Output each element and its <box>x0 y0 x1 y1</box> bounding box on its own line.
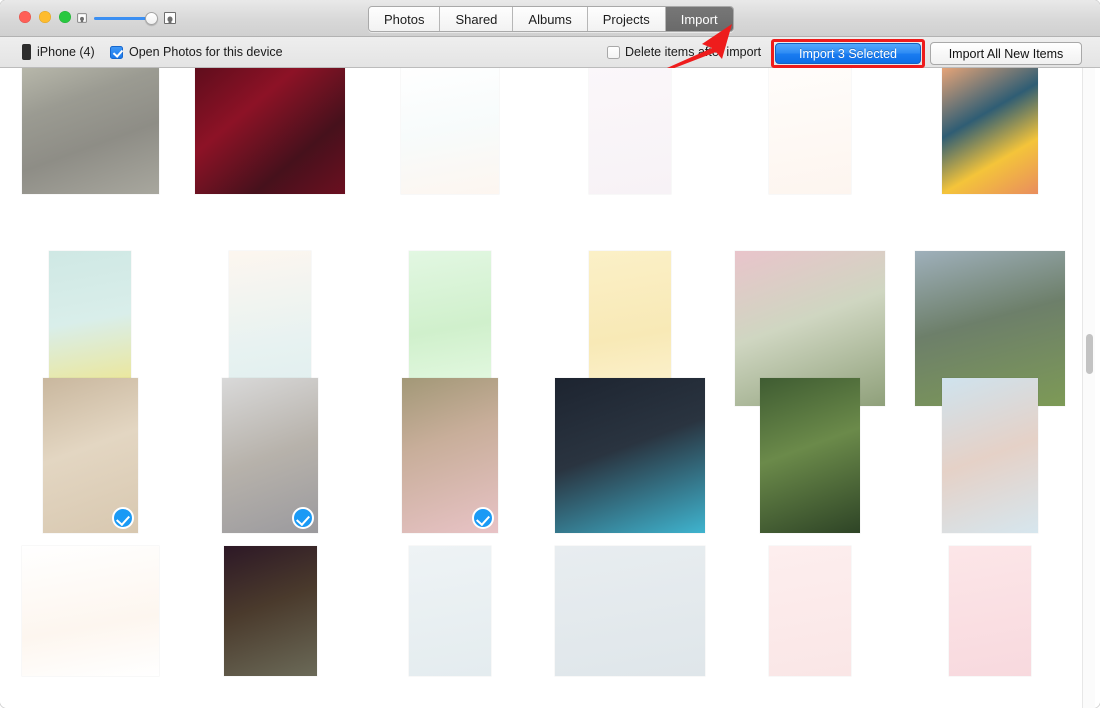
photo-thumbnail-girl-red-bush[interactable] <box>195 68 345 194</box>
photo-thumbnail-anime-girl-mint-hair[interactable] <box>401 68 499 194</box>
photo-thumbnail-girl-bun-hairstyle-portrait[interactable] <box>222 378 318 533</box>
photo-cell[interactable] <box>0 546 180 676</box>
photo-cell[interactable] <box>720 378 900 533</box>
photo-cell[interactable] <box>540 68 720 198</box>
photo-cell[interactable] <box>360 68 540 198</box>
photo-grid[interactable] <box>0 68 1100 708</box>
titlebar: Photos Shared Albums Projects Import <box>0 0 1100 37</box>
delete-after-import-label: Delete items after import <box>625 45 762 59</box>
photo-cell[interactable] <box>0 378 180 533</box>
photo-cell[interactable] <box>180 546 360 676</box>
vertical-scrollbar[interactable] <box>1082 68 1095 708</box>
large-thumbnail-icon <box>164 12 176 24</box>
tab-shared[interactable]: Shared <box>440 7 514 31</box>
photo-thumbnail-boy-strawberry-pattern[interactable] <box>949 546 1031 676</box>
selected-checkmark-icon[interactable] <box>111 507 134 529</box>
photo-thumbnail-child-dog-forest-path[interactable] <box>760 378 860 533</box>
photo-thumbnail-sticker-pattern-characters[interactable] <box>589 68 671 194</box>
selected-checkmark-icon[interactable] <box>292 507 314 529</box>
tab-import[interactable]: Import <box>665 7 733 31</box>
photo-cell[interactable] <box>720 546 900 676</box>
photo-cell[interactable] <box>900 378 1080 533</box>
device-label: iPhone (4) <box>37 45 95 59</box>
photo-thumbnail-pudding-character-illustration[interactable] <box>21 546 159 676</box>
photo-thumbnail-egg-chick-pattern[interactable] <box>942 68 1038 194</box>
selected-checkmark-icon[interactable] <box>472 507 494 529</box>
photo-row <box>0 68 1100 198</box>
tab-photos[interactable]: Photos <box>369 7 441 31</box>
minimize-button[interactable] <box>39 11 51 23</box>
photo-cell[interactable] <box>900 546 1080 676</box>
delete-after-import-checkbox[interactable] <box>607 46 620 59</box>
close-button[interactable] <box>19 11 31 23</box>
photo-cell[interactable] <box>540 378 720 533</box>
photo-cell[interactable] <box>900 68 1080 198</box>
photo-thumbnail-two-boys-cat-ears-closeup[interactable] <box>555 546 705 676</box>
photo-thumbnail-two-boys-cat-ears-light[interactable] <box>409 546 491 676</box>
scrollbar-thumb[interactable] <box>1085 334 1093 374</box>
photo-cell[interactable] <box>720 68 900 198</box>
import-all-new-items-button[interactable]: Import All New Items <box>930 42 1082 65</box>
tab-albums[interactable]: Albums <box>513 7 588 31</box>
photo-thumbnail-two-boys-peach-pattern[interactable] <box>769 546 851 676</box>
thumbnail-size-slider[interactable] <box>76 10 176 26</box>
photo-thumbnail-girl-heart-shirt-blue-bg[interactable] <box>942 378 1038 533</box>
photo-thumbnail-girl-vintage-dress-praying[interactable] <box>42 378 138 533</box>
photo-cell[interactable] <box>180 68 360 198</box>
tab-projects[interactable]: Projects <box>587 7 666 31</box>
photo-cell[interactable] <box>360 378 540 533</box>
slider-fill <box>94 17 149 20</box>
open-photos-checkbox[interactable] <box>110 46 123 59</box>
photo-thumbnail-girl-umbrella-raincoat[interactable] <box>21 68 159 194</box>
photo-thumbnail-cat-pattern-wallpaper[interactable] <box>769 68 851 194</box>
iphone-icon <box>22 44 31 60</box>
highlight-annotation-box <box>771 39 925 68</box>
photo-thumbnail-girl-pink-dress-field[interactable] <box>402 378 498 533</box>
view-tab-bar[interactable]: Photos Shared Albums Projects Import <box>368 6 734 32</box>
photo-cell[interactable] <box>360 546 540 676</box>
photo-thumbnail-boy-evening-garden[interactable] <box>223 546 317 676</box>
slider-knob[interactable] <box>145 12 158 25</box>
photo-cell[interactable] <box>180 378 360 533</box>
photo-thumbnail-boy-in-car-portrait[interactable] <box>555 378 705 533</box>
photo-cell[interactable] <box>0 68 180 198</box>
photo-cell[interactable] <box>540 546 720 676</box>
photo-row <box>0 378 1100 533</box>
maximize-button[interactable] <box>59 11 71 23</box>
photos-app-window: Photos Shared Albums Projects Import iPh… <box>0 0 1100 708</box>
open-photos-label: Open Photos for this device <box>129 45 283 59</box>
photo-row <box>0 546 1100 676</box>
small-thumbnail-icon <box>77 13 87 23</box>
